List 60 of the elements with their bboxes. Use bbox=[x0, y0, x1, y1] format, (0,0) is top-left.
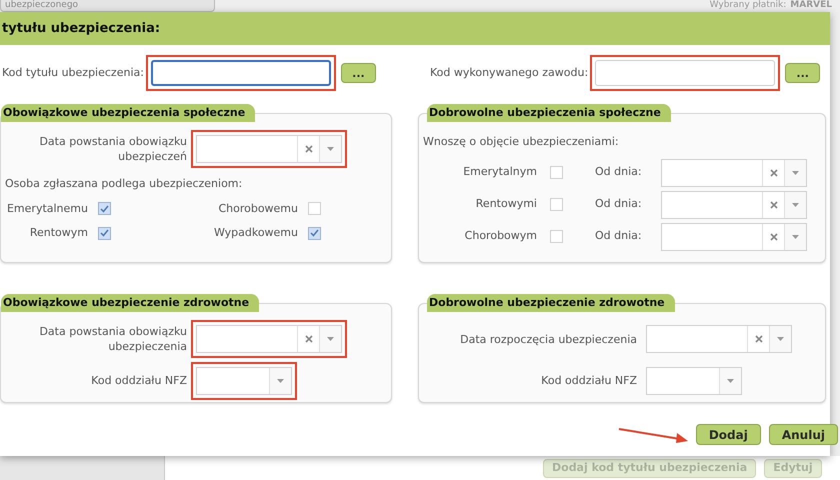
field-label: Kod tytułu ubezpieczenia: bbox=[2, 64, 144, 81]
checkbox[interactable] bbox=[550, 198, 563, 211]
checkbox-label: Rentowym bbox=[30, 225, 88, 241]
dialog-title: tytułu ubezpieczenia: bbox=[2, 20, 160, 38]
clear-icon bbox=[754, 335, 762, 343]
checkbox-label: Emerytalnemu bbox=[6, 200, 88, 216]
checkbox-label: Chorobowemu bbox=[218, 200, 298, 216]
checkbox-label: Emerytalnym bbox=[462, 164, 537, 180]
field-label: Od dnia: bbox=[595, 164, 643, 180]
field-label: Data powstania obowiązku ubezpieczeń bbox=[38, 134, 187, 164]
checkbox-label: Chorobowym bbox=[464, 228, 537, 244]
caret-icon bbox=[327, 337, 334, 341]
field-label: Kod oddziału NFZ bbox=[540, 372, 637, 389]
section-title: Dobrowolne ubezpieczenia społeczne bbox=[427, 104, 671, 122]
checkbox[interactable] bbox=[98, 226, 111, 240]
payer-name: MARVEL bbox=[790, 0, 832, 11]
field-label: Od dnia: bbox=[595, 228, 643, 244]
browse-button[interactable]: ... bbox=[785, 63, 820, 83]
field-label: Kod oddziału NFZ bbox=[90, 372, 187, 389]
caret-icon bbox=[327, 147, 334, 151]
checkbox-label: Wypadkowemu bbox=[214, 225, 298, 241]
field-label: Data powstania obowiązku ubezpieczenia bbox=[38, 324, 187, 354]
field-label: Kod wykonywanego zawodu: bbox=[430, 64, 588, 81]
caret-icon bbox=[727, 379, 734, 383]
caret-icon bbox=[792, 170, 799, 174]
code-input[interactable] bbox=[150, 60, 331, 86]
section-title: Obowiązkowe ubezpieczenia społeczne bbox=[1, 104, 256, 122]
checkbox[interactable] bbox=[308, 226, 321, 240]
section-title: Dobrowolne ubezpieczenie zdrowotne bbox=[427, 294, 675, 312]
date-field[interactable] bbox=[661, 158, 807, 186]
payer-label: Wybrany płatnik: bbox=[710, 0, 786, 11]
date-field[interactable] bbox=[661, 222, 807, 250]
checkbox-label: Rentowymi bbox=[474, 196, 537, 212]
checkbox[interactable] bbox=[550, 166, 563, 179]
date-field[interactable] bbox=[196, 135, 342, 163]
dialog-button[interactable]: Dodaj bbox=[696, 424, 761, 445]
dropdown-field[interactable] bbox=[646, 367, 742, 395]
checkbox[interactable] bbox=[550, 230, 563, 243]
caret-icon bbox=[777, 337, 784, 341]
field-label: Od dnia: bbox=[595, 196, 643, 212]
section-note: Wnoszę o objęcie ubezpieczeniami: bbox=[422, 134, 620, 150]
date-field[interactable] bbox=[646, 325, 792, 353]
section-note: Osoba zgłaszana podlega ubezpieczeniom: bbox=[4, 176, 244, 192]
caret-icon bbox=[792, 234, 799, 238]
dialog-button[interactable]: Anuluj bbox=[768, 424, 838, 445]
clear-icon bbox=[304, 335, 312, 343]
caret-icon bbox=[792, 202, 799, 206]
section-title: Obowiązkowe ubezpieczenie zdrowotne bbox=[1, 294, 260, 312]
field-label: Data rozpoczęcia ubezpieczenia bbox=[459, 332, 637, 346]
caret-icon bbox=[277, 379, 284, 383]
dropdown-field[interactable] bbox=[196, 367, 292, 395]
clear-icon bbox=[770, 168, 778, 176]
clear-icon bbox=[304, 145, 312, 153]
checkbox[interactable] bbox=[98, 202, 111, 216]
clear-icon bbox=[770, 200, 778, 208]
clear-icon bbox=[770, 232, 778, 240]
browse-button[interactable]: ... bbox=[340, 63, 376, 83]
checkbox[interactable] bbox=[308, 202, 321, 216]
date-field[interactable] bbox=[196, 325, 342, 353]
date-field[interactable] bbox=[661, 190, 807, 218]
